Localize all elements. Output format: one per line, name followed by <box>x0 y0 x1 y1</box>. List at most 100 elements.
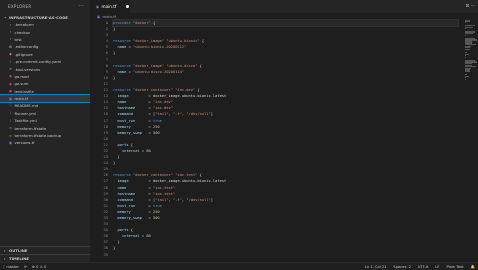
code-token: true <box>153 119 162 123</box>
tree-item-go-sum[interactable]: ◉go.sum <box>0 80 90 87</box>
code-token: hostname <box>117 106 135 110</box>
tree-item-test[interactable]: ›test <box>0 36 90 43</box>
tree-item-terraform-tfstate[interactable]: ≡terraform.tfstate <box>0 124 90 131</box>
tree-item-label: terraform.tfstate.backup <box>15 133 62 138</box>
notifications-icon[interactable]: 🔔 <box>471 265 475 269</box>
tree-item-label: .gitignore <box>15 52 33 57</box>
code-token: command <box>117 198 133 202</box>
code-token: "/dev/null" <box>186 112 210 116</box>
tree-item-readme-md[interactable]: ⓘREADME.md <box>0 102 90 109</box>
file-icon: ≡ <box>8 126 13 130</box>
explorer-title-label: EXPLORER <box>8 4 31 9</box>
tree-item-pre-commit-config-yaml[interactable]: !.pre-commit-config.yaml <box>0 58 90 65</box>
code-token: 80 <box>146 149 150 153</box>
code-token: "iac-dev" <box>175 88 195 92</box>
minimap[interactable] <box>464 20 478 262</box>
sync-icon[interactable]: ⟳ <box>24 265 27 269</box>
tree-item-editorconfig[interactable]: ⚙.editorconfig <box>0 43 90 50</box>
code-token: 250 <box>153 210 160 214</box>
tree-item-checkov[interactable]: ›checkov <box>0 28 90 35</box>
code-token: resource <box>113 39 131 43</box>
code-token: } <box>113 240 120 244</box>
chevron-right-icon: › <box>8 30 13 34</box>
code-token: = <box>126 100 153 104</box>
code-token: ports <box>117 228 128 232</box>
code-area[interactable]: provider "docker" {}resource "docker_ima… <box>113 20 458 258</box>
code-token: internal <box>122 149 140 153</box>
outline-section[interactable]: › OUTLINE <box>0 246 94 254</box>
tree-item-label: go.sum <box>15 81 29 86</box>
branch-indicator[interactable]: ᚴ master <box>3 265 19 269</box>
code-token: "docker" <box>133 21 151 25</box>
yaml-icon: ! <box>8 119 13 123</box>
tree-item-gitignore[interactable]: ◆.gitignore <box>0 51 90 58</box>
code-token: 250 <box>153 125 160 129</box>
editor-tab-bar: ▣ main.tf ⊡ ··· <box>90 0 478 13</box>
code-token: "-f" <box>173 112 182 116</box>
tree-item-terraform-tfstate-backup[interactable]: ≡terraform.tfstate.backup <box>0 132 90 139</box>
minimap-line <box>465 20 470 21</box>
file-icon: ≡ <box>8 134 13 138</box>
code-token: "/dev/null" <box>186 198 210 202</box>
language-mode[interactable]: Plain Text <box>446 265 463 269</box>
code-line[interactable] <box>113 252 458 258</box>
indentation[interactable]: Spaces: 2 <box>393 265 410 269</box>
tree-item-tool-versions[interactable]: ≡.tool-versions <box>0 65 90 72</box>
code-token: = [ <box>133 198 155 202</box>
more-actions-icon[interactable]: ··· <box>78 3 84 9</box>
code-token: name <box>117 70 126 74</box>
tree-item-taskfile-yml[interactable]: !Taskfile.yml <box>0 117 90 124</box>
problems-indicator[interactable]: ⊗ 0 ⚠ 0 <box>32 265 46 269</box>
minimap-line <box>465 33 473 34</box>
code-token: memory_swap <box>117 216 141 220</box>
code-token: = <box>126 186 153 190</box>
timeline-label: TIMELINE <box>9 256 29 261</box>
code-token: = <box>135 192 153 196</box>
code-token: memory <box>117 210 130 214</box>
tree-item-terraform[interactable]: ›.terraform <box>0 21 90 28</box>
tab-main-tf[interactable]: ▣ main.tf <box>90 0 130 13</box>
tree-item-label: Jenkinsfile <box>15 89 34 94</box>
tree-item-label: terraform.tfstate <box>15 126 47 131</box>
tree-item-main-tf[interactable]: ▣main.tf <box>0 95 90 102</box>
code-token: } <box>113 246 115 250</box>
code-token: } <box>113 161 115 165</box>
split-editor-icon[interactable]: ⊡ ··· <box>466 4 476 9</box>
code-token: docker_image.ubuntu-bionic.latest <box>153 94 226 98</box>
code-editor[interactable]: 1234567891011121314151617181920212223242… <box>90 20 478 262</box>
tree-item-jenkinsfile[interactable]: ●Jenkinsfile <box>0 88 90 95</box>
code-token: } <box>113 76 115 80</box>
cursor-position[interactable]: Ln 1, Col 21 <box>365 265 386 269</box>
code-token: "ubuntu:disco-20200114" <box>133 70 184 74</box>
workspace-root-folder[interactable]: ⌄ INFRASTRUCTURE-AS-CODE <box>0 13 90 21</box>
breadcrumb[interactable]: ▣ main.tf <box>90 13 478 20</box>
tree-item-go-mod[interactable]: ◉go.mod <box>0 73 90 80</box>
code-token: "docker_container" <box>133 88 173 92</box>
tree-item-runner-yml[interactable]: !Runner.yml <box>0 110 90 117</box>
end-of-line[interactable]: LF <box>435 265 439 269</box>
breadcrumb-file[interactable]: main.tf <box>103 14 117 19</box>
code-token: "ubuntu:bionic-20200112" <box>133 45 186 49</box>
tree-item-label: go.mod <box>15 74 29 79</box>
tree-item-versions-tf[interactable]: ▣versions.tf <box>0 139 90 146</box>
code-token: image <box>117 94 128 98</box>
code-token: = <box>135 119 153 123</box>
code-token: ] <box>211 112 213 116</box>
code-token: "iac-test" <box>175 173 197 177</box>
timeline-section[interactable]: › TIMELINE <box>0 254 94 262</box>
code-token: "iac-test" <box>153 192 175 196</box>
code-token: true <box>153 204 162 208</box>
code-token: = <box>129 94 153 98</box>
tree-item-label: README.md <box>15 103 39 108</box>
code-token: "docker_image" <box>133 64 164 68</box>
code-token: name <box>117 45 126 49</box>
code-token: { <box>129 143 133 147</box>
code-token: "-f" <box>173 198 182 202</box>
tree-item-label: checkov <box>15 30 31 35</box>
unsaved-dot-icon[interactable] <box>126 5 129 8</box>
tree-item-label: .tool-versions <box>15 67 41 72</box>
yaml-icon: ! <box>8 60 13 64</box>
code-token: "iac-test" <box>153 186 175 190</box>
yaml-icon: ! <box>8 111 13 115</box>
encoding[interactable]: UTF-8 <box>418 265 428 269</box>
